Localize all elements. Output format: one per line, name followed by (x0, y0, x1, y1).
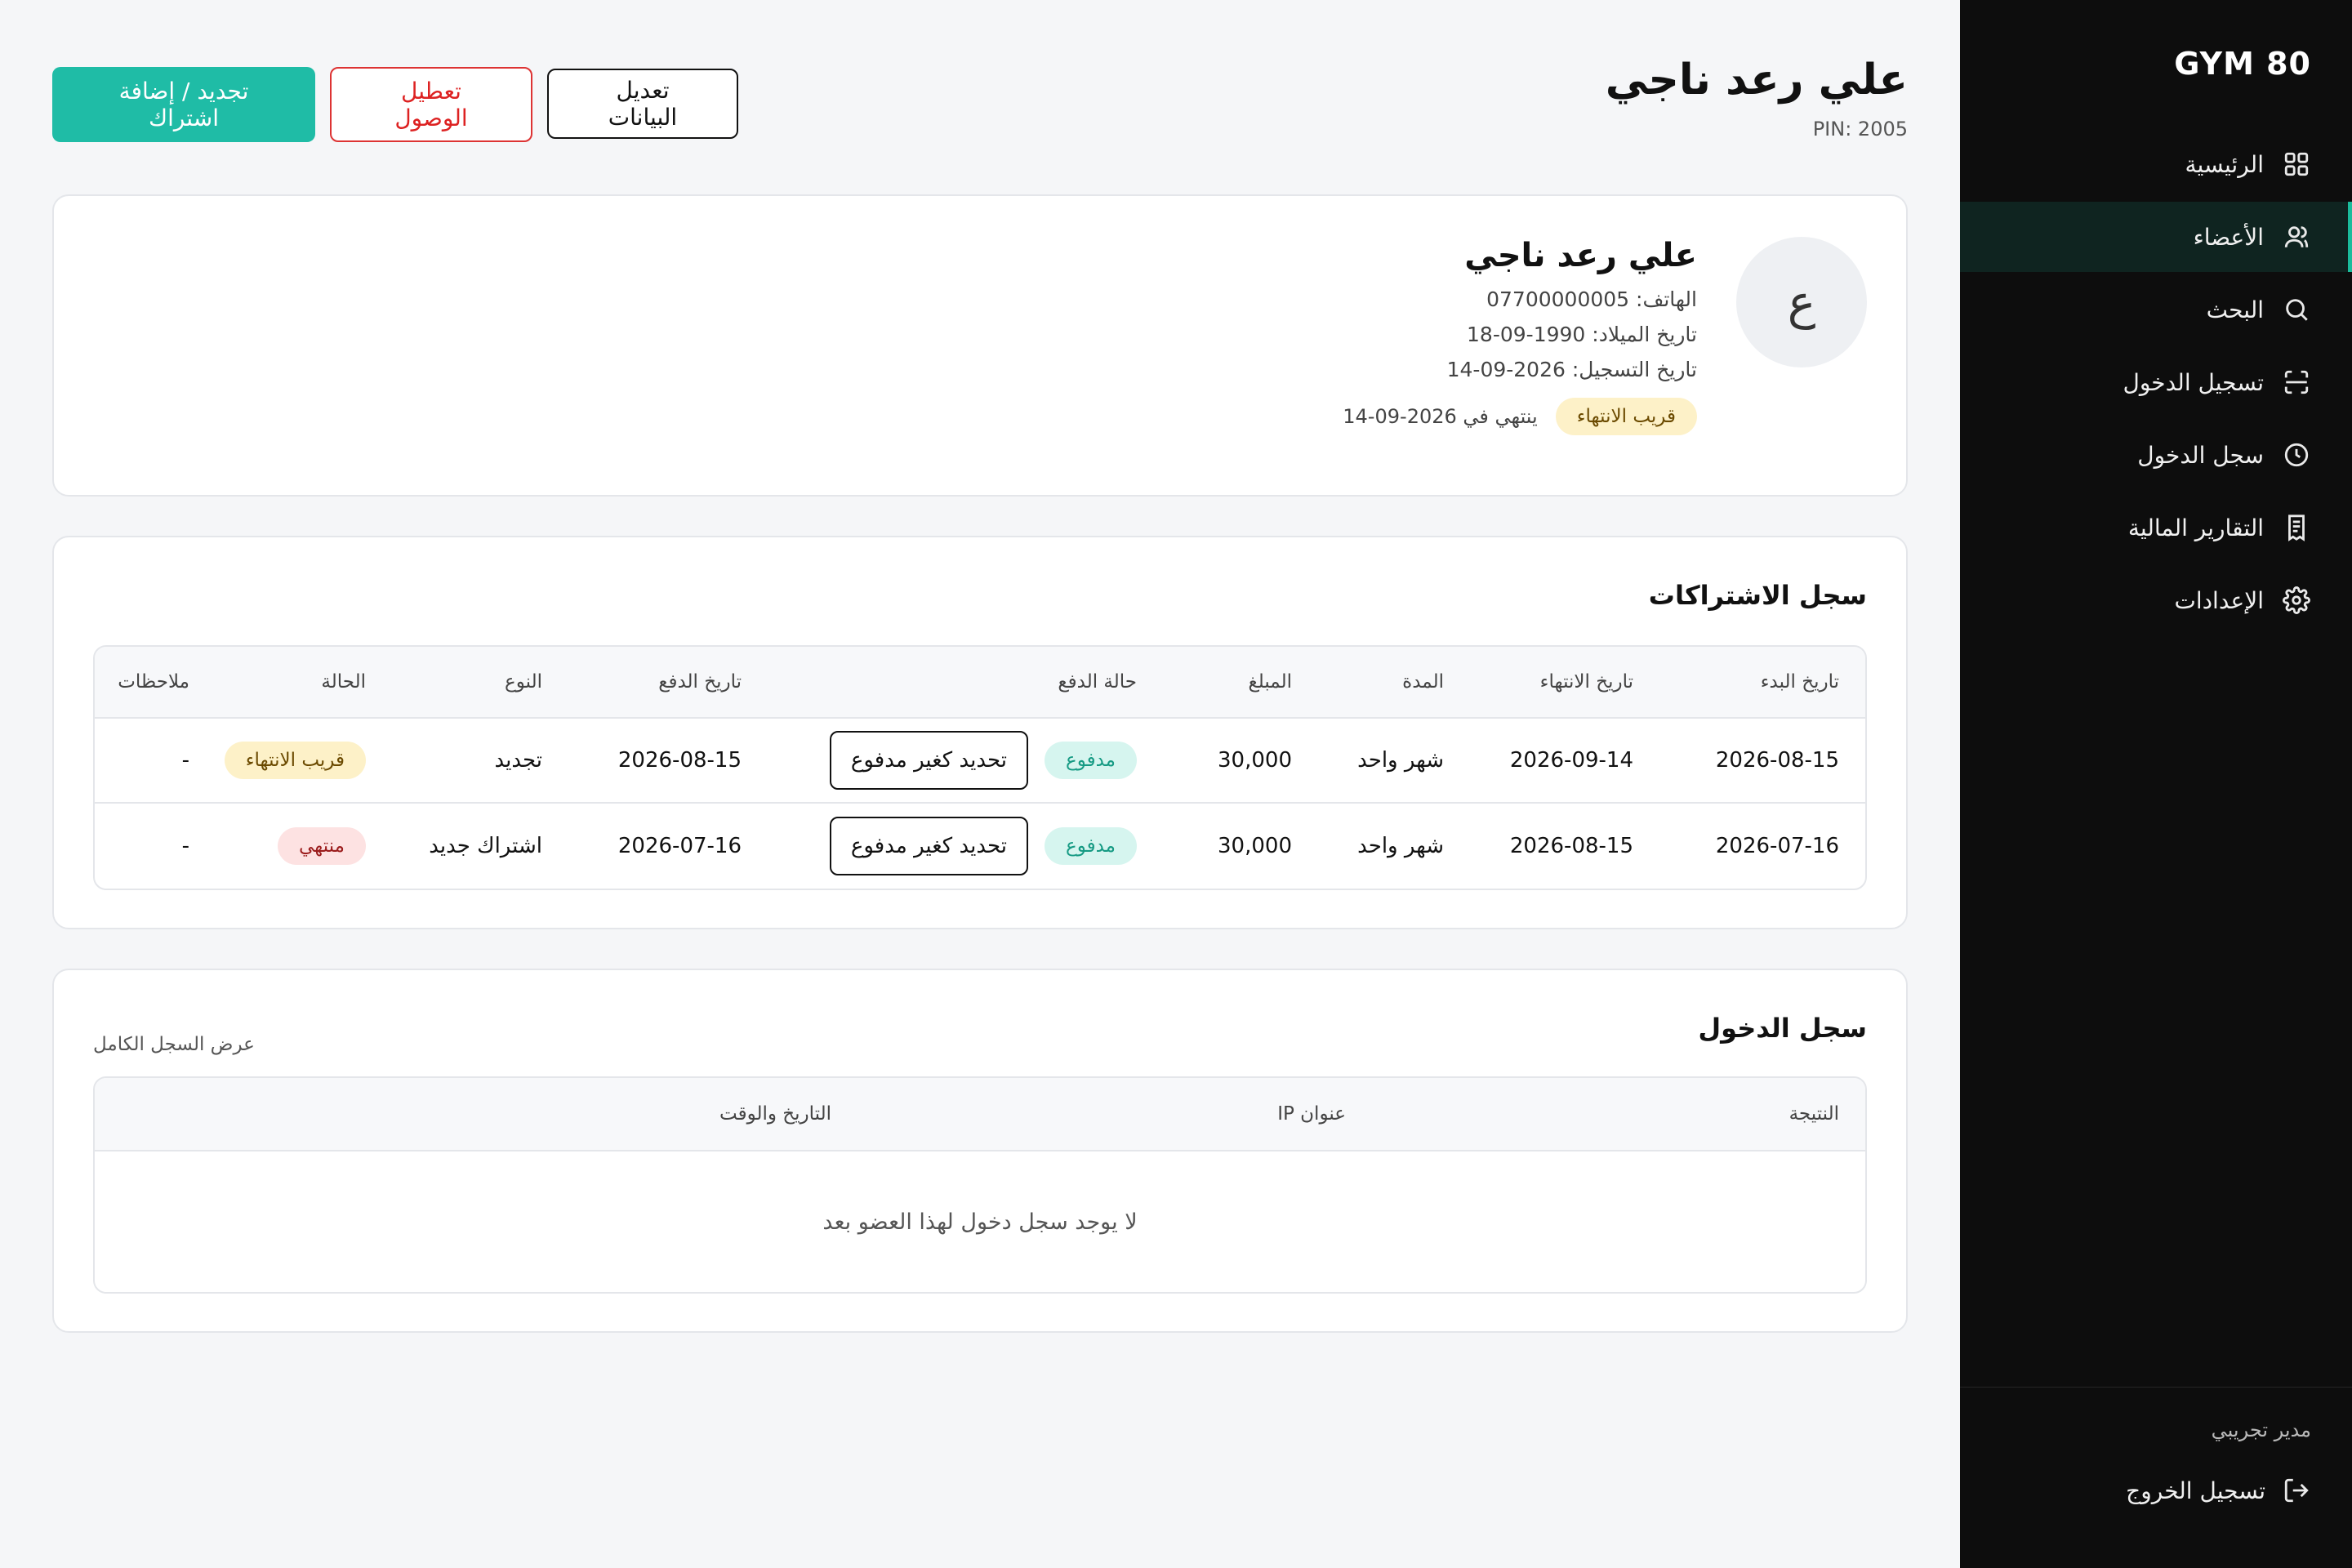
avatar: ع (1736, 237, 1867, 368)
header-payment-status: حالة الدفع (768, 671, 1163, 693)
paid-badge: مدفوع (1045, 827, 1137, 865)
receipt-icon (2282, 513, 2311, 542)
profile-info: علي رعد ناجي الهاتف: 07700000005 تاريخ ا… (1343, 237, 1697, 435)
header-status: الحالة (321, 671, 366, 693)
sidebar-item-checkin[interactable]: تسجيل الدخول (1960, 347, 2352, 417)
member-pin: PIN: 2005 (1812, 118, 1908, 140)
cell-status: قريب الانتهاء (216, 742, 392, 779)
header-amount: المبلغ (1248, 671, 1293, 693)
cell-duration: شهر واحد (1357, 834, 1444, 858)
search-icon (2282, 295, 2311, 324)
renew-subscription-button[interactable]: تجديد / إضافة اشتراك (52, 67, 315, 142)
header-payment-status-label: حالة الدفع (1058, 671, 1137, 693)
header-end-date: تاريخ الانتهاء (1539, 671, 1633, 693)
cell-notes: - (181, 748, 189, 773)
sidebar-item-label: الأعضاء (2193, 223, 2264, 251)
gear-icon (2282, 586, 2311, 615)
users-icon (2282, 222, 2311, 252)
member-phone: الهاتف: 07700000005 (1486, 287, 1697, 311)
cell-status: منتهي (216, 827, 392, 865)
access-log-table: النتيجة عنوان IP التاريخ والوقت لا يوجد … (93, 1076, 1867, 1294)
cell-end-date: 2026-08-15 (1509, 834, 1633, 858)
sidebar-footer: مدير تجريبي تسجيل الخروج (1960, 1387, 2352, 1568)
logout-label: تسجيل الخروج (2126, 1477, 2265, 1504)
cell-payment-status: مدفوع تحديد كغير مدفوع (768, 817, 1163, 875)
access-log-card: سجل الدخول عرض السجل الكامل النتيجة عنوا… (52, 969, 1908, 1333)
sidebar-item-label: سجل الدخول (2137, 441, 2264, 469)
cell-payment-status: مدفوع تحديد كغير مدفوع (768, 731, 1163, 790)
page-title: علي رعد ناجي (1605, 56, 1908, 105)
header-result: النتيجة (1788, 1103, 1839, 1125)
cell-duration: شهر واحد (1357, 748, 1444, 773)
brand-logo: GYM 80 (2174, 46, 2311, 82)
sidebar-item-label: التقارير المالية (2127, 514, 2264, 541)
header-type: النوع (505, 671, 542, 693)
sidebar-item-search[interactable]: البحث (1960, 274, 2352, 345)
mark-unpaid-button[interactable]: تحديد كغير مدفوع (829, 731, 1028, 790)
member-birthdate: تاريخ الميلاد: 1990-09-18 (1467, 323, 1697, 346)
member-name: علي رعد ناجي (1464, 237, 1697, 274)
sidebar-item-access-log[interactable]: سجل الدخول (1960, 420, 2352, 490)
status-badge: قريب الانتهاء (1555, 398, 1697, 435)
paid-badge: مدفوع (1045, 742, 1137, 779)
header-duration: المدة (1402, 671, 1444, 693)
header-ip: عنوان IP (1277, 1103, 1346, 1125)
header-payment-date: تاريخ الدفع (658, 671, 742, 693)
sidebar-item-financial-reports[interactable]: التقارير المالية (1960, 492, 2352, 563)
table-header-row: النتيجة عنوان IP التاريخ والوقت (95, 1078, 1865, 1152)
access-log-title: سجل الدخول (1698, 1013, 1867, 1044)
header-start-date: تاريخ البدء (1760, 671, 1839, 693)
header-actions: تجديد / إضافة اشتراك تعطيل الوصول تعديل … (52, 67, 738, 142)
sidebar-item-members[interactable]: الأعضاء (1960, 202, 2352, 272)
member-profile-card: ع علي رعد ناجي الهاتف: 07700000005 تاريخ… (52, 194, 1908, 497)
header-datetime: التاريخ والوقت (719, 1103, 831, 1125)
cell-type: اشتراك جديد (429, 834, 542, 858)
sidebar-item-label: الرئيسية (2185, 150, 2264, 178)
status-badge: قريب الانتهاء (224, 742, 366, 779)
cell-end-date: 2026-09-14 (1509, 748, 1633, 773)
subscriptions-card: سجل الاشتراكات تاريخ البدء تاريخ الانتها… (52, 536, 1908, 929)
sidebar-item-home[interactable]: الرئيسية (1960, 129, 2352, 199)
edit-member-button[interactable]: تعديل البيانات (547, 69, 738, 139)
table-row: 2026-07-16 2026-08-15 شهر واحد 30,000 مد… (95, 804, 1865, 889)
subscriptions-title: سجل الاشتراكات (1648, 580, 1867, 611)
table-row: 2026-08-15 2026-09-14 شهر واحد 30,000 مد… (95, 719, 1865, 804)
disable-access-button[interactable]: تعطيل الوصول (330, 67, 532, 142)
empty-state: لا يوجد سجل دخول لهذا العضو بعد (822, 1209, 1138, 1235)
cell-start-date: 2026-07-16 (1715, 834, 1839, 858)
profile-status-row: قريب الانتهاء ينتهي في 2026-09-14 (1343, 398, 1697, 435)
logout-icon (2282, 1476, 2311, 1505)
cell-amount: 30,000 (1218, 834, 1292, 858)
expiry-date: ينتهي في 2026-09-14 (1343, 405, 1538, 428)
mark-unpaid-button[interactable]: تحديد كغير مدفوع (829, 817, 1028, 875)
view-full-log-link[interactable]: عرض السجل الكامل (93, 1034, 255, 1055)
status-badge: منتهي (278, 827, 366, 865)
cell-type: تجديد (494, 748, 542, 773)
sidebar-nav: الرئيسية الأعضاء البحث تسجيل الدخول سجل … (1960, 129, 2352, 638)
cell-payment-date: 2026-08-15 (617, 748, 742, 773)
scan-icon (2282, 368, 2311, 397)
grid-icon (2282, 149, 2311, 179)
page-header: علي رعد ناجي PIN: 2005 (1606, 56, 1908, 140)
clock-icon (2282, 440, 2311, 470)
sidebar-item-label: تسجيل الدخول (2123, 368, 2264, 396)
main-content: علي رعد ناجي PIN: 2005 تجديد / إضافة اشت… (0, 0, 1960, 1568)
admin-name: مدير تجريبي (2211, 1419, 2311, 1441)
cell-amount: 30,000 (1218, 748, 1292, 773)
sidebar-item-label: الإعدادات (2174, 586, 2264, 614)
subscriptions-table: تاريخ البدء تاريخ الانتهاء المدة المبلغ … (93, 645, 1867, 890)
table-header-row: تاريخ البدء تاريخ الانتهاء المدة المبلغ … (95, 647, 1865, 719)
cell-start-date: 2026-08-15 (1715, 748, 1839, 773)
sidebar-item-label: البحث (2206, 296, 2264, 323)
member-registration-date: تاريخ التسجيل: 2026-09-14 (1446, 358, 1697, 381)
sidebar-item-settings[interactable]: الإعدادات (1960, 565, 2352, 635)
header-notes: ملاحظات (118, 671, 189, 693)
logout-button[interactable]: تسجيل الخروج (2126, 1476, 2311, 1505)
sidebar: GYM 80 الرئيسية الأعضاء البحث تسجيل الدخ… (1960, 0, 2352, 1568)
cell-notes: - (181, 834, 189, 858)
cell-payment-date: 2026-07-16 (617, 834, 742, 858)
